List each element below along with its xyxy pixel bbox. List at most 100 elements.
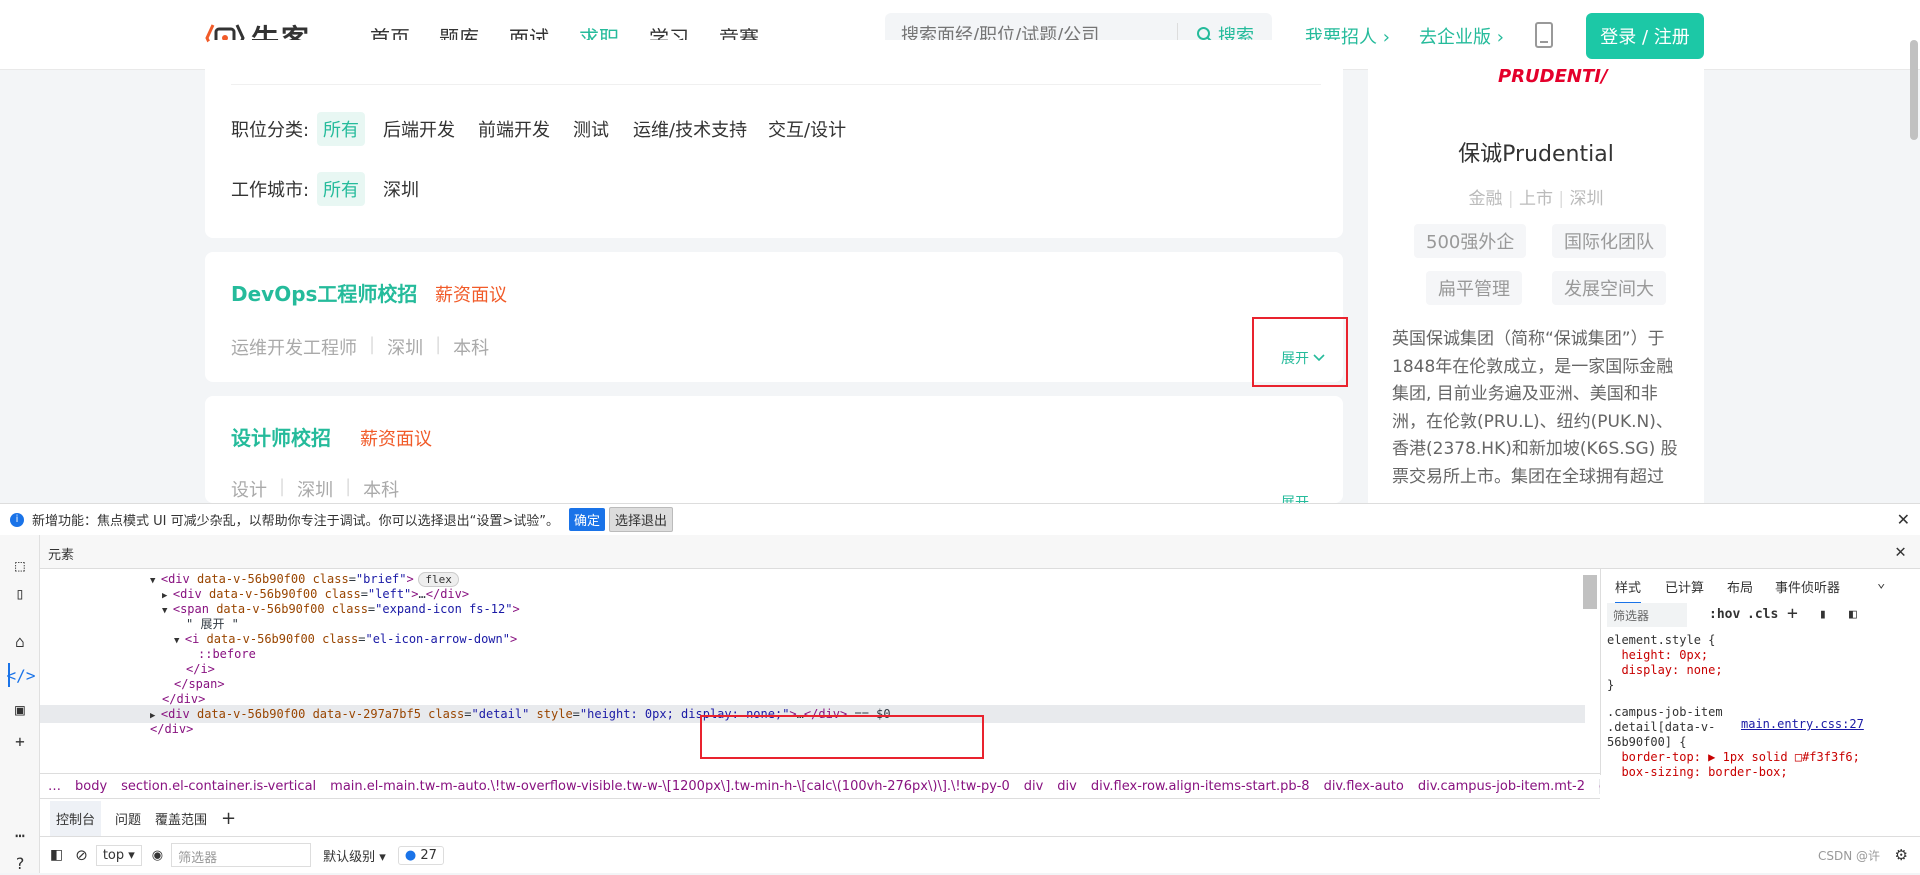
style-line: display: none; (1607, 663, 1723, 677)
cls-toggle[interactable]: .cls (1747, 607, 1778, 622)
category-testing[interactable]: 测试 (567, 112, 615, 146)
breadcrumb-item[interactable]: div.detail (1599, 778, 1600, 794)
devtools-notification: i 新增功能：焦点模式 UI 可减少杂乱，以帮助你专注于调试。你可以选择退出“设… (0, 503, 1920, 535)
company-panel: PRUDENTI/ 保诚Prudential 金融 | 上市 | 深圳 500强… (1368, 60, 1704, 510)
home-icon[interactable]: ⌂ (8, 629, 32, 653)
desc-line: 票交易所上市。集团在全球拥有超过 (1392, 466, 1664, 487)
breadcrumb-item[interactable]: … (48, 779, 61, 794)
job-city: 深圳 (387, 338, 424, 359)
job-card[interactable]: DevOps工程师校招 薪资面议 运维开发工程师 | 深圳 | 本科 展开 (205, 252, 1343, 382)
log-level-value: 默认级别 (323, 849, 376, 865)
add-rule-icon[interactable]: + (1787, 603, 1798, 624)
sidebar-icon[interactable]: ◧ (50, 847, 63, 863)
close-icon[interactable]: ✕ (1897, 510, 1910, 529)
breadcrumb-item[interactable]: body (75, 779, 107, 794)
job-title[interactable]: DevOps工程师校招 (231, 278, 417, 307)
expand-arrow-icon[interactable]: ▼ (150, 576, 161, 586)
chevron-right-icon: › (1382, 27, 1390, 48)
breadcrumb-item[interactable]: div (1024, 779, 1044, 794)
notification-text: 新增功能：焦点模式 UI 可减少杂乱，以帮助你专注于调试。你可以选择退出“设置>… (32, 514, 559, 529)
opt-out-button[interactable]: 选择退出 (609, 507, 674, 532)
breadcrumb-item[interactable]: div.flex-row.align-items-start.pb-8 (1091, 779, 1310, 794)
style-source-link[interactable]: main.entry.css:27 (1741, 717, 1864, 731)
elements-icon[interactable]: </> (7, 663, 35, 687)
enterprise-link[interactable]: 去企业版 › (1419, 23, 1504, 49)
category-design[interactable]: 交互/设计 (762, 112, 852, 146)
log-level-select[interactable]: 默认级别 ▾ (323, 846, 386, 865)
category-backend[interactable]: 后端开发 (377, 112, 461, 146)
inspect-icon[interactable]: ⬚ (8, 553, 32, 577)
help-icon[interactable]: ? (8, 851, 32, 875)
category-all[interactable]: 所有 (317, 112, 365, 146)
breadcrumb-item[interactable]: main.el-main.tw-m-auto.\!tw-overflow-vis… (330, 779, 1010, 794)
style-line: border-top: ▶ 1px solid □#f3f3f6; (1607, 750, 1860, 764)
clear-icon[interactable]: ⊘ (75, 846, 88, 864)
tab-console[interactable]: 控制台 (50, 800, 102, 836)
sidebar-toggle-icon[interactable]: ◧ (1849, 607, 1857, 622)
issue-count-badge[interactable]: ● 27 (397, 845, 444, 865)
close-devtools-icon[interactable]: ✕ (1895, 541, 1906, 562)
console-icon[interactable]: ▣ (8, 697, 32, 721)
category-ops[interactable]: 运维/技术支持 (627, 112, 753, 146)
paint-icon[interactable]: ▮ (1819, 607, 1827, 622)
tab-computed[interactable]: 已计算 (1665, 577, 1704, 596)
job-card[interactable]: 设计师校招 薪资面议 设计 | 深圳 | 本科 展开 (205, 396, 1343, 503)
login-button[interactable]: 登录 / 注册 (1586, 13, 1704, 59)
context-select[interactable]: top ▾ (95, 844, 142, 866)
company-name[interactable]: 保诚Prudential (1368, 136, 1704, 168)
add-tab-icon[interactable]: + (221, 808, 236, 829)
device-toolbar-icon[interactable]: ▯ (8, 581, 32, 605)
hov-toggle[interactable]: :hov (1709, 607, 1740, 622)
expand-arrow-icon[interactable]: ▼ (162, 606, 173, 616)
highlight-box (700, 715, 984, 759)
issue-count: 27 (420, 847, 437, 863)
enterprise-link-label: 去企业版 (1419, 27, 1491, 48)
divider (231, 84, 1321, 85)
style-line: .detail[data-v- (1607, 720, 1716, 734)
job-salary: 薪资面议 (435, 285, 507, 306)
expand-arrow-icon[interactable]: ▼ (174, 636, 185, 646)
breadcrumb-item[interactable]: div (1057, 779, 1077, 794)
desc-line: 1848年在伦敦成立，是一家国际金融 (1392, 356, 1674, 377)
category-frontend[interactable]: 前端开发 (472, 112, 556, 146)
tab-styles[interactable]: 样式 (1615, 577, 1642, 604)
breadcrumb: … body section.el-container.is-vertical mai… (40, 773, 1600, 799)
more-icon[interactable]: ⋯ (8, 823, 32, 847)
devtools-panel: ⬚ ▯ ⌂ </> ▣ + ⋯ ? 元素 ✕ ▼ <div data-v-56b… (0, 535, 1920, 873)
job-title[interactable]: 设计师校招 (231, 422, 331, 451)
breadcrumb-item[interactable]: div.campus-job-item.mt-2 (1418, 779, 1585, 794)
console-filter-input[interactable]: 筛选器 (171, 843, 312, 867)
eye-icon[interactable]: ◉ (152, 848, 163, 863)
job-education: 本科 (453, 338, 490, 359)
company-industry: 金融 (1468, 189, 1503, 209)
chevron-right-icon: › (1496, 27, 1504, 48)
city-shenzhen[interactable]: 深圳 (377, 172, 425, 206)
tab-layout[interactable]: 布局 (1727, 577, 1753, 596)
breadcrumb-item[interactable]: section.el-container.is-vertical (121, 779, 316, 794)
style-filter-input[interactable]: 筛选器 (1607, 603, 1687, 627)
settings-icon[interactable]: ⚙ (1895, 846, 1908, 864)
style-line: 56b90f00] { (1607, 735, 1687, 749)
add-tool-icon[interactable]: + (8, 729, 32, 753)
expand-toggle[interactable]: 展开 (1281, 492, 1309, 503)
info-icon: i (10, 512, 24, 527)
tab-issues[interactable]: 问题 (115, 809, 141, 828)
breadcrumb-item[interactable]: div.flex-auto (1324, 779, 1404, 794)
company-status: 上市 (1519, 189, 1553, 209)
company-tag: 500强外企 (1414, 224, 1527, 258)
dom-node[interactable]: </div> (150, 720, 193, 738)
chevron-down-icon[interactable]: ⌄ (1877, 575, 1885, 591)
confirm-button[interactable]: 确定 (568, 508, 605, 531)
desc-line: 香港(2378.HK)和新加坡(K6S.SG) 股 (1392, 439, 1678, 459)
dom-scrollbar[interactable] (1583, 575, 1597, 609)
job-meta: 设计 | 深圳 | 本科 (231, 476, 400, 501)
activity-bar: ⬚ ▯ ⌂ </> ▣ + ⋯ ? (0, 535, 40, 873)
desc-line: 英国保诚集团（简称“保诚集团”）于 (1392, 329, 1665, 349)
highlight-box (1252, 317, 1348, 387)
mobile-app-icon[interactable] (1535, 22, 1553, 48)
city-all[interactable]: 所有 (317, 172, 365, 206)
tab-coverage[interactable]: 覆盖范围 (155, 809, 207, 828)
page-scrollbar[interactable] (1910, 40, 1918, 140)
tab-event-listeners[interactable]: 事件侦听器 (1775, 577, 1840, 596)
job-city: 深圳 (297, 480, 334, 501)
